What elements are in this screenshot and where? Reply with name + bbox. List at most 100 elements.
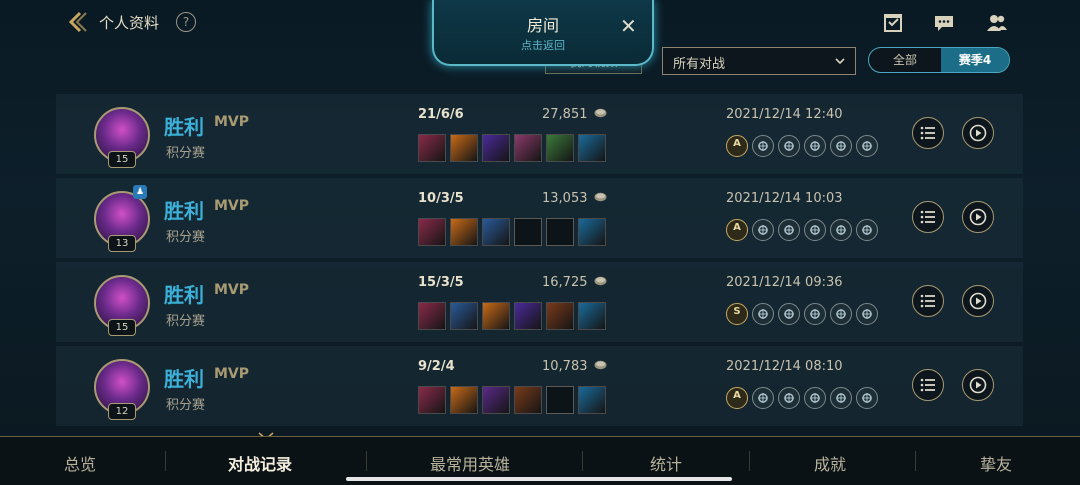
item-icon[interactable]: [418, 218, 446, 246]
rune-icon[interactable]: [804, 219, 826, 241]
rune-icon[interactable]: [856, 219, 878, 241]
segment-season-4[interactable]: 赛季4: [941, 48, 1009, 72]
tab-divider: [366, 451, 367, 471]
match-result: 胜利: [164, 115, 204, 139]
task-icon[interactable]: [882, 13, 904, 33]
rune-icon[interactable]: [830, 219, 852, 241]
kda: 9/2/4: [418, 359, 455, 374]
play-icon: [969, 292, 987, 310]
tab-top-heroes[interactable]: 最常用英雄: [430, 451, 510, 475]
item-icon[interactable]: [482, 218, 510, 246]
match-date: 2021/12/14 09:36: [726, 275, 843, 290]
item-icon[interactable]: [450, 302, 478, 330]
replay-button[interactable]: [962, 117, 994, 149]
rune-icon[interactable]: [752, 135, 774, 157]
rune-icon[interactable]: [856, 387, 878, 409]
item-icon[interactable]: [578, 218, 606, 246]
item-icon[interactable]: [482, 302, 510, 330]
item-icon[interactable]: [418, 134, 446, 162]
hero-level: 13: [108, 235, 136, 252]
match-details-button[interactable]: [912, 117, 944, 149]
rune-icon[interactable]: [830, 135, 852, 157]
tab-divider: [915, 451, 916, 471]
tab-achievements[interactable]: 成就: [814, 451, 846, 475]
match-details-button[interactable]: [912, 369, 944, 401]
rune-icon[interactable]: [778, 135, 800, 157]
item-icon[interactable]: [482, 386, 510, 414]
help-icon[interactable]: ?: [176, 12, 196, 32]
rune-icon[interactable]: [804, 135, 826, 157]
match-date: 2021/12/14 08:10: [726, 359, 843, 374]
item-icon[interactable]: [578, 134, 606, 162]
rune-icon[interactable]: [778, 303, 800, 325]
item-icon[interactable]: [514, 386, 542, 414]
coin-icon: [594, 360, 607, 370]
keystone-rune-icon[interactable]: A: [726, 135, 748, 157]
back-arrow-icon[interactable]: [66, 10, 90, 34]
keystone-rune-icon[interactable]: A: [726, 387, 748, 409]
match-row[interactable]: 12 胜利 MVP 积分赛 9/2/4 10,783 2021/12/14 08:10 A: [56, 346, 1023, 426]
party-badge-icon: ♟: [133, 185, 147, 199]
match-row[interactable]: ♟ 13 胜利 MVP 积分赛 10/3/5 13,053 2021/12/14 10:03 A: [56, 178, 1023, 258]
item-icon[interactable]: [514, 134, 542, 162]
play-icon: [969, 124, 987, 142]
item-icon[interactable]: [546, 134, 574, 162]
match-filter-select[interactable]: 所有对战: [662, 47, 856, 75]
close-icon[interactable]: ✕: [620, 16, 637, 36]
match-date: 2021/12/14 12:40: [726, 107, 843, 122]
rune-icon[interactable]: [752, 219, 774, 241]
list-icon: [920, 210, 935, 224]
match-result: 胜利: [164, 283, 204, 307]
match-row[interactable]: 15 胜利 MVP 积分赛 15/3/5 16,725 2021/12/14 09:36 S: [56, 262, 1023, 342]
tab-divider: [749, 451, 750, 471]
rune-icon[interactable]: [778, 387, 800, 409]
keystone-rune-icon[interactable]: A: [726, 219, 748, 241]
rune-icon[interactable]: [804, 387, 826, 409]
rune-icon[interactable]: [830, 303, 852, 325]
rune-icon[interactable]: [830, 387, 852, 409]
match-row[interactable]: 15 胜利 MVP 积分赛 21/6/6 27,851 2021/12/14 12:40 A: [56, 94, 1023, 174]
rune-icon[interactable]: [804, 303, 826, 325]
tab-best-friends[interactable]: 挚友: [980, 451, 1012, 475]
rune-icon[interactable]: [856, 135, 878, 157]
rune-icon[interactable]: [856, 303, 878, 325]
item-icon[interactable]: [482, 134, 510, 162]
list-icon: [920, 126, 935, 140]
item-icon[interactable]: [418, 302, 446, 330]
item-icon[interactable]: [546, 302, 574, 330]
tab-match-history[interactable]: 对战记录: [228, 451, 292, 475]
match-details-button[interactable]: [912, 285, 944, 317]
empty-item-slot: [514, 218, 542, 246]
chevron-down-icon: [835, 58, 845, 65]
replay-button[interactable]: [962, 285, 994, 317]
replay-button[interactable]: [962, 201, 994, 233]
hero-level: 15: [108, 151, 136, 168]
friends-icon[interactable]: [986, 13, 1008, 33]
room-panel[interactable]: 房间 点击返回 ✕: [432, 0, 654, 66]
empty-item-slot: [546, 386, 574, 414]
item-icon[interactable]: [450, 218, 478, 246]
rune-icon[interactable]: [752, 303, 774, 325]
segment-all[interactable]: 全部: [869, 48, 941, 72]
match-date: 2021/12/14 10:03: [726, 191, 843, 206]
tab-overview[interactable]: 总览: [64, 451, 96, 475]
item-icon[interactable]: [514, 302, 542, 330]
rune-icon[interactable]: [752, 387, 774, 409]
item-icon[interactable]: [578, 386, 606, 414]
replay-button[interactable]: [962, 369, 994, 401]
home-indicator: [346, 477, 732, 481]
tab-stats[interactable]: 统计: [650, 451, 682, 475]
kda: 15/3/5: [418, 275, 464, 290]
room-subtitle[interactable]: 点击返回: [434, 37, 652, 53]
keystone-rune-icon[interactable]: S: [726, 303, 748, 325]
chat-icon[interactable]: [933, 13, 955, 33]
match-details-button[interactable]: [912, 201, 944, 233]
season-toggle[interactable]: 全部 赛季4: [868, 47, 1010, 73]
hero-level: 15: [108, 319, 136, 336]
coin-icon: [594, 108, 607, 118]
item-icon[interactable]: [578, 302, 606, 330]
item-icon[interactable]: [450, 134, 478, 162]
rune-icon[interactable]: [778, 219, 800, 241]
item-icon[interactable]: [450, 386, 478, 414]
item-icon[interactable]: [418, 386, 446, 414]
